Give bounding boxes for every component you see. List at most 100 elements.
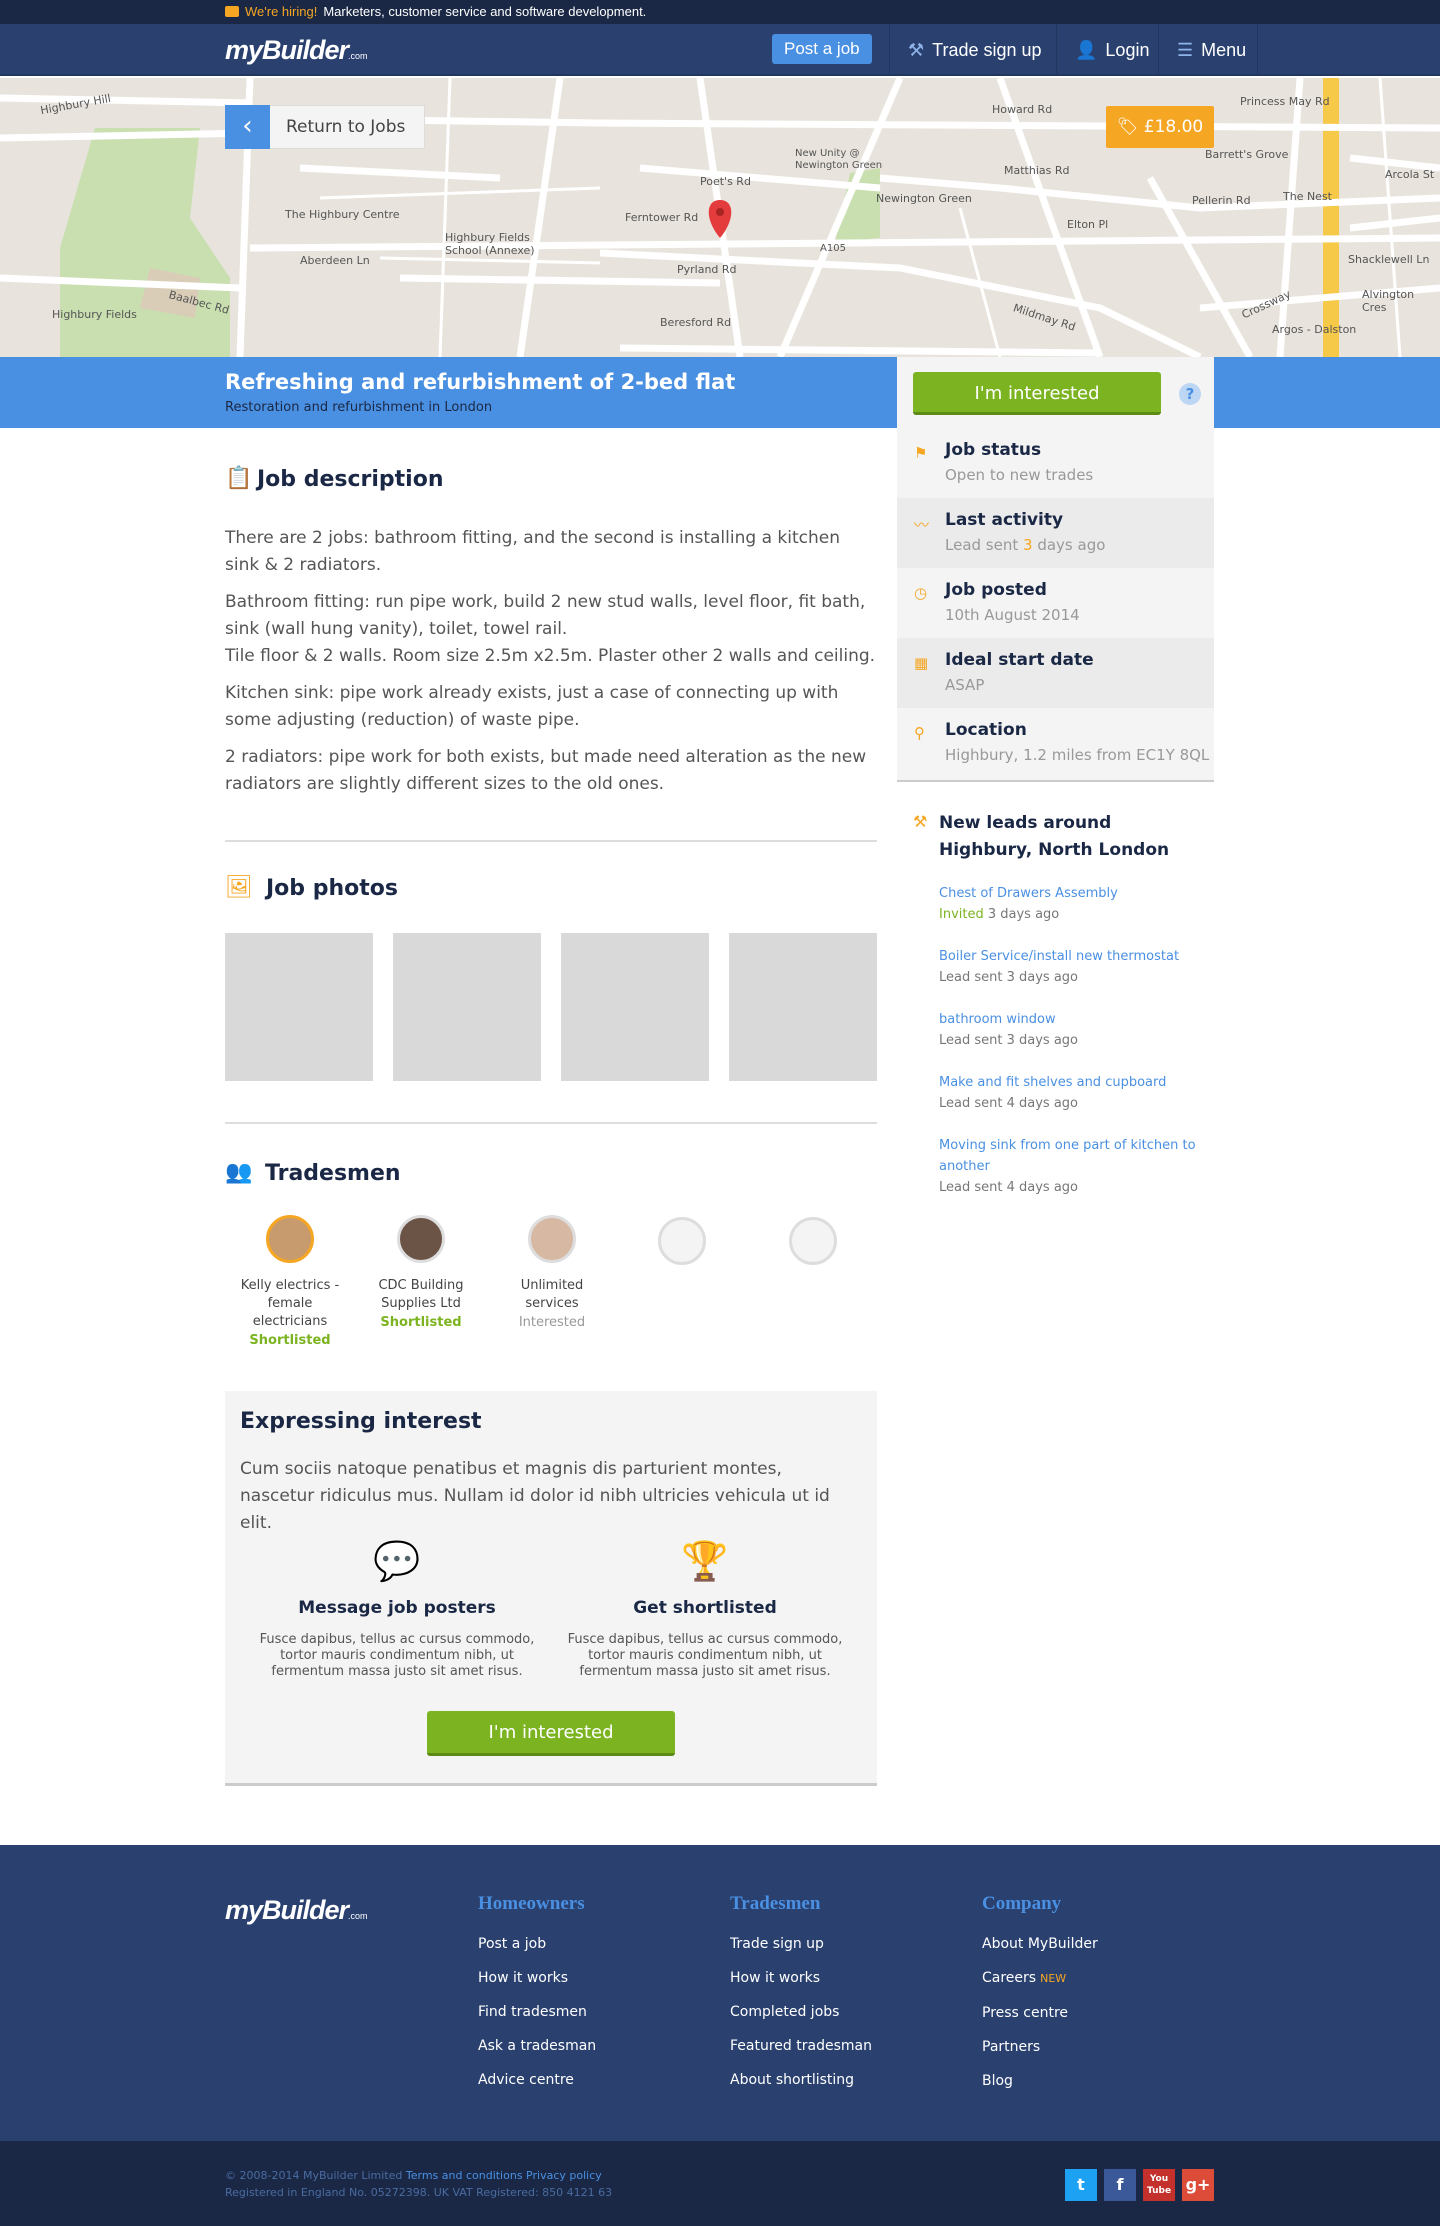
lead-item: Boiler Service/install new thermostat Le… [939,946,1199,988]
map-label: The Highbury Centre [285,208,400,221]
job-photo[interactable] [225,933,373,1081]
hamburger-icon: ☰ [1177,40,1194,60]
activity-icon: 〰 [914,516,930,534]
footer-heading: Homeowners [478,1893,585,1914]
lead-link[interactable]: bathroom window [939,1009,1199,1030]
tradesman-name: CDC Building Supplies Ltd [378,1278,464,1311]
footer-link[interactable]: How it works [478,1961,698,1995]
footer-link[interactable]: Featured tradesman [730,2029,950,2063]
mybuilder-logo[interactable]: myBuilder.com [225,35,368,66]
location-map[interactable]: Highbury Hill The Highbury Centre Aberde… [0,78,1440,357]
login-label: Login [1105,40,1150,60]
image-icon: 🖼 [225,875,253,900]
footer-col-homeowners: Homeowners Post a job How it works Find … [478,1893,698,2097]
clock-icon: ◷ [914,584,928,602]
tradesman-card[interactable]: Unlimited services Interested [497,1215,607,1330]
lead-item: Make and fit shelves and cupboard Lead s… [939,1072,1199,1114]
lead-link[interactable]: Chest of Drawers Assembly [939,883,1199,904]
post-job-button[interactable]: Post a job [772,34,872,64]
return-to-jobs-button[interactable]: ‹ Return to Jobs [225,104,425,149]
expressing-interest-text: Cum sociis natoque penatibus et magnis d… [240,1459,830,1533]
footer-link[interactable]: Advice centre [478,2063,698,2097]
map-label: Pellerin Rd [1192,194,1251,207]
start-date-row: ▦ Ideal start date ASAP [897,638,1214,708]
lead-link[interactable]: Make and fit shelves and cupboard [939,1072,1199,1093]
interested-button-bottom[interactable]: I'm interested [427,1711,675,1756]
description-paragraph: Bathroom fitting: run pipe work, build 2… [225,589,877,670]
job-posted-value: 10th August 2014 [945,606,1080,624]
avatar [266,1215,314,1263]
lead-status-text: 3 days ago [983,907,1060,922]
interested-button-top[interactable]: I'm interested [913,372,1161,415]
facebook-icon[interactable]: f [1104,2169,1136,2201]
menu-button[interactable]: ☰ Menu [1158,24,1258,76]
map-label: Poet's Rd [700,175,751,188]
tradesman-card[interactable]: CDC Building Supplies Ltd Shortlisted [366,1215,476,1330]
footer-link[interactable]: Partners [982,2030,1202,2064]
registration-info: Registered in England No. 05272398. UK V… [225,2186,613,2199]
footer-link[interactable]: Trade sign up [730,1927,950,1961]
map-label: New Unity @ Newington Green [795,148,883,171]
copyright: © 2008-2014 MyBuilder Limited [225,2169,403,2182]
footer-logo[interactable]: myBuilder.com [225,1895,368,1926]
job-description-body: There are 2 jobs: bathroom fitting, and … [225,525,877,808]
youtube-icon[interactable]: You Tube [1143,2169,1175,2201]
hiring-label[interactable]: We're hiring! [245,4,317,19]
user-icon: 👤 [1075,40,1098,60]
footer-link[interactable]: About MyBuilder [982,1927,1202,1961]
footer-heading: Company [982,1893,1062,1914]
job-header: Refreshing and refurbishment of 2-bed fl… [0,357,1440,428]
logo-text: myBuilder [225,35,349,65]
divider [225,1122,877,1124]
job-photo[interactable] [561,933,709,1081]
tradesman-status: Shortlisted [249,1333,331,1348]
map-label: Ferntower Rd [625,211,699,224]
map-label: Argos - Dalston [1272,323,1357,336]
trade-signup-link[interactable]: ⚒ Trade sign up [889,24,1060,76]
footer-link[interactable]: Post a job [478,1927,698,1961]
tradesman-card[interactable]: Kelly electrics - female electricians Sh… [235,1215,345,1348]
avatar [397,1215,445,1263]
last-activity-value: Lead sent 3 days ago [945,536,1105,554]
menu-label: Menu [1201,40,1247,60]
start-date-value: ASAP [945,676,985,694]
map-label: Barrett's Grove [1205,148,1289,161]
lead-link[interactable]: Boiler Service/install new thermostat [939,946,1199,967]
logo-suffix: .com [348,51,368,61]
terms-link[interactable]: Terms and conditions [406,2169,523,2182]
divider [225,840,877,842]
trophy-icon: 🏆 [681,1539,729,1583]
tradesmen-heading: Tradesmen [265,1161,401,1186]
job-description-heading: Job description [257,467,444,492]
map-label: Howard Rd [992,103,1053,116]
tools-icon: ⚒ [913,812,928,831]
footer-link[interactable]: Blog [982,2064,1202,2098]
careers-label: Careers [982,1970,1037,1986]
lead-item: Chest of Drawers Assembly Invited 3 days… [939,883,1199,925]
job-status-title: Job status [945,440,1042,460]
lead-link[interactable]: Moving sink from one part of kitchen to … [939,1135,1199,1177]
footer-link[interactable]: Ask a tradesman [478,2029,698,2063]
map-label: Beresford Rd [660,316,732,329]
feature-text: Fusce dapibus, tellus ac cursus commodo,… [259,1632,535,1679]
footer: myBuilder.com Homeowners Post a job How … [0,1845,1440,2141]
footer-link[interactable]: Completed jobs [730,1995,950,2029]
avatar [528,1215,576,1263]
footer-heading: Tradesmen [730,1893,821,1914]
description-line: Tile floor & 2 walls. Room size 2.5m x2.… [225,646,876,666]
login-link[interactable]: 👤 Login [1056,24,1167,76]
return-label: Return to Jobs [286,117,406,137]
help-icon[interactable]: ? [1179,383,1201,405]
price-value: £18.00 [1143,117,1204,137]
privacy-link[interactable]: Privacy policy [526,2169,602,2182]
chevron-left-icon: ‹ [225,104,270,149]
footer-link[interactable]: How it works [730,1961,950,1995]
job-photo[interactable] [393,933,541,1081]
footer-link[interactable]: Find tradesmen [478,1995,698,2029]
footer-link[interactable]: About shortlisting [730,2063,950,2097]
footer-link-careers[interactable]: Careers NEW [982,1961,1202,1996]
job-photo[interactable] [729,933,877,1081]
google-plus-icon[interactable]: g+ [1182,2169,1214,2201]
twitter-icon[interactable]: t [1065,2169,1097,2201]
footer-link[interactable]: Press centre [982,1996,1202,2030]
